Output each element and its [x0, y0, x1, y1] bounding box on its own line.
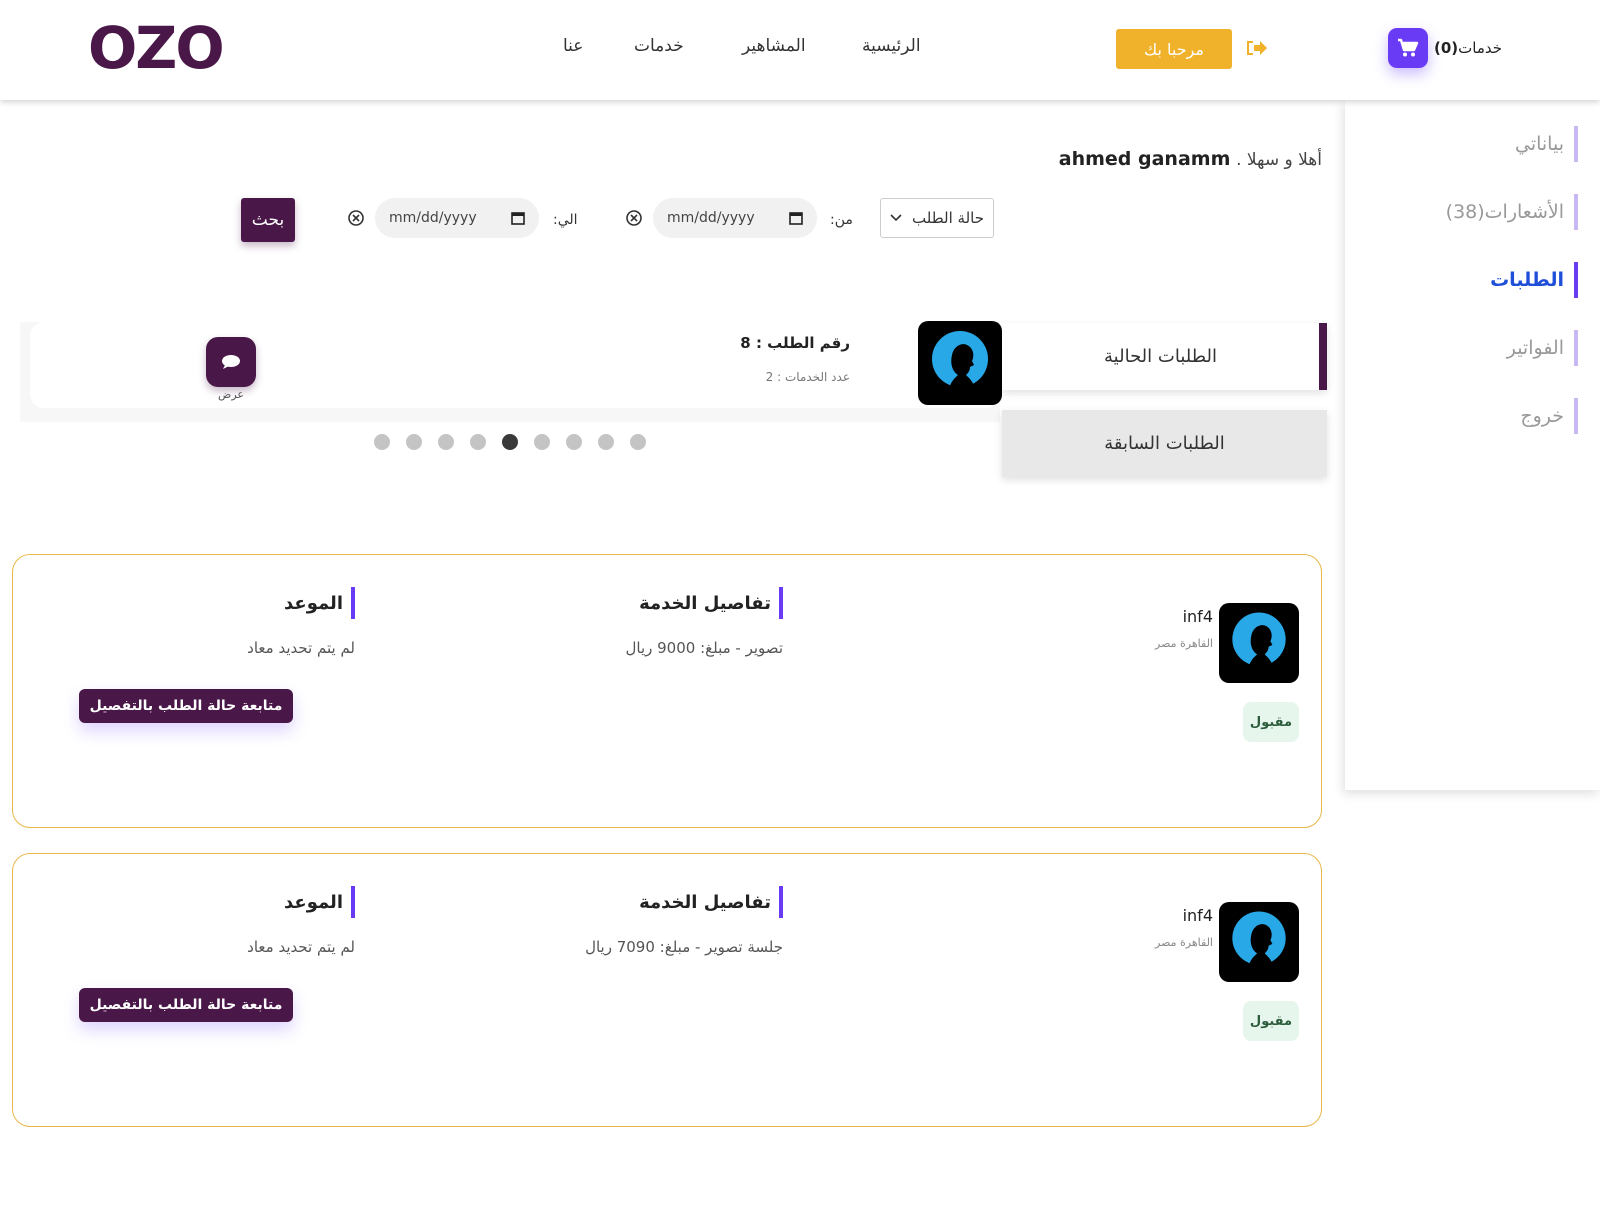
service-count: عدد الخدمات : 2 — [765, 370, 850, 384]
status-badge: مقبول — [1243, 1001, 1299, 1041]
status-select-value: حالة الطلب — [912, 209, 984, 227]
provider-location: القاهرة مصر — [1155, 936, 1213, 949]
sidebar-item-notifications[interactable]: الأشعارات(38) — [1446, 194, 1578, 230]
greeting-hello: أهلا و سهلا . — [1236, 150, 1322, 170]
status-badge: مقبول — [1243, 702, 1299, 742]
provider-location: القاهرة مصر — [1155, 637, 1213, 650]
carousel-dot-active[interactable] — [502, 434, 518, 450]
to-date-placeholder: mm/dd/yyyy — [389, 210, 477, 226]
carousel-dot[interactable] — [566, 434, 582, 450]
view-chat-button[interactable] — [206, 337, 256, 387]
chat-bubble-icon — [222, 355, 240, 369]
appointment-value: لم يتم تحديد معاد — [247, 639, 355, 657]
clear-to-date-icon[interactable] — [347, 209, 365, 227]
carousel-dot[interactable] — [406, 434, 422, 450]
service-details-title: تفاصيل الخدمة — [639, 886, 783, 918]
cart-label: خدمات(0) — [1434, 39, 1503, 57]
carousel-dot[interactable] — [438, 434, 454, 450]
carousel-dot[interactable] — [630, 434, 646, 450]
carousel-dot[interactable] — [470, 434, 486, 450]
carousel-order-card: رقم الطلب : 8 عدد الخدمات : 2 — [30, 322, 1000, 408]
order-card: تفاصيل الخدمة جلسة تصوير - مبلغ: 7090 ري… — [12, 853, 1322, 1127]
order-card: تفاصيل الخدمة تصوير - مبلغ: 9000 ريال ال… — [12, 554, 1322, 828]
from-date-input[interactable]: mm/dd/yyyy — [653, 198, 817, 238]
service-details-title: تفاصيل الخدمة — [639, 587, 783, 619]
appointment-title: الموعد — [284, 886, 355, 918]
view-label: عرض — [218, 388, 244, 401]
cart[interactable]: خدمات(0) — [1388, 28, 1502, 68]
cart-icon[interactable] — [1388, 28, 1428, 68]
follow-order-button[interactable]: متابعة حالة الطلب بالتفصيل — [79, 689, 293, 723]
service-details-value: تصوير - مبلغ: 9000 ريال — [625, 639, 783, 657]
calendar-icon[interactable] — [789, 211, 803, 225]
chevron-down-icon — [890, 214, 902, 222]
order-number: رقم الطلب : 8 — [740, 334, 850, 352]
cart-count: (0) — [1434, 39, 1459, 57]
from-label: من: — [830, 212, 853, 228]
account-sidebar: بياناتي الأشعارات(38) الطلبات الفواتير خ… — [1345, 100, 1600, 790]
sidebar-item-logout[interactable]: خروج — [1520, 398, 1578, 434]
avatar — [1219, 603, 1299, 683]
provider-name: inf4 — [1182, 906, 1213, 925]
nav-services[interactable]: خدمات — [634, 36, 684, 56]
nav-about[interactable]: عنا — [563, 36, 583, 56]
ozo-logo[interactable]: OZO — [88, 20, 248, 76]
tab-current-orders[interactable]: الطلبات الحالية — [1002, 323, 1327, 390]
logo-text: OZO — [88, 20, 223, 76]
follow-order-button[interactable]: متابعة حالة الطلب بالتفصيل — [79, 988, 293, 1022]
sidebar-item-invoices[interactable]: الفواتير — [1507, 330, 1578, 366]
carousel-dots — [374, 434, 646, 450]
avatar — [918, 321, 1002, 405]
user-silhouette-icon — [1219, 902, 1299, 982]
logout-icon[interactable] — [1245, 38, 1267, 58]
top-header: OZO الرئيسية المشاهير خدمات عنا مرحبا بك… — [0, 0, 1600, 100]
status-select[interactable]: حالة الطلب — [880, 198, 994, 238]
user-silhouette-icon — [1219, 603, 1299, 683]
nav-celebrities[interactable]: المشاهير — [742, 36, 806, 56]
carousel-dot[interactable] — [374, 434, 390, 450]
orders-carousel: رقم الطلب : 8 عدد الخدمات : 2 — [20, 322, 1000, 422]
provider-name: inf4 — [1182, 607, 1213, 626]
user-name: ahmed ganamm — [1058, 148, 1231, 170]
from-date-placeholder: mm/dd/yyyy — [667, 210, 755, 226]
greeting: أهلا و سهلا . ahmed ganamm — [1058, 148, 1322, 170]
sidebar-item-orders[interactable]: الطلبات — [1490, 262, 1578, 298]
sidebar-item-profile[interactable]: بياناتي — [1515, 126, 1578, 162]
appointment-value: لم يتم تحديد معاد — [247, 938, 355, 956]
avatar — [1219, 902, 1299, 982]
welcome-button[interactable]: مرحبا بك — [1116, 29, 1232, 69]
nav-home[interactable]: الرئيسية — [862, 36, 921, 56]
tab-previous-orders[interactable]: الطلبات السابقة — [1002, 410, 1327, 477]
clear-from-date-icon[interactable] — [625, 209, 643, 227]
carousel-dot[interactable] — [534, 434, 550, 450]
carousel-dot[interactable] — [598, 434, 614, 450]
search-button[interactable]: بحث — [241, 198, 295, 242]
service-details-value: جلسة تصوير - مبلغ: 7090 ريال — [585, 938, 783, 956]
calendar-icon[interactable] — [511, 211, 525, 225]
appointment-title: الموعد — [284, 587, 355, 619]
to-date-input[interactable]: mm/dd/yyyy — [375, 198, 539, 238]
user-silhouette-icon — [918, 321, 1002, 405]
to-label: الي: — [553, 212, 578, 228]
